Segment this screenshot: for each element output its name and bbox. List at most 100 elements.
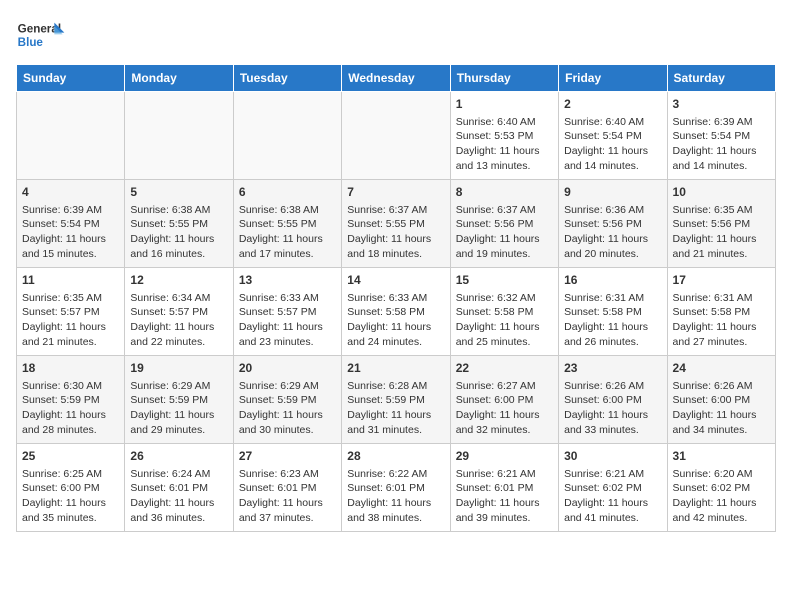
day-number: 2 [564, 96, 661, 113]
day-number: 25 [22, 448, 119, 465]
day-number: 8 [456, 184, 553, 201]
day-info: Sunset: 5:55 PM [130, 217, 227, 232]
day-info: Sunrise: 6:27 AM [456, 379, 553, 394]
day-info: Sunset: 5:58 PM [347, 305, 444, 320]
day-info: Sunrise: 6:25 AM [22, 467, 119, 482]
calendar-cell [125, 92, 233, 180]
day-info: Daylight: 11 hours and 20 minutes. [564, 232, 661, 261]
day-info: Sunrise: 6:29 AM [130, 379, 227, 394]
day-info: Daylight: 11 hours and 22 minutes. [130, 320, 227, 349]
day-info: Sunrise: 6:38 AM [130, 203, 227, 218]
day-number: 29 [456, 448, 553, 465]
day-number: 15 [456, 272, 553, 289]
day-info: Daylight: 11 hours and 23 minutes. [239, 320, 336, 349]
day-info: Sunrise: 6:21 AM [564, 467, 661, 482]
day-info: Daylight: 11 hours and 28 minutes. [22, 408, 119, 437]
day-info: Sunset: 5:58 PM [564, 305, 661, 320]
calendar-cell: 19Sunrise: 6:29 AMSunset: 5:59 PMDayligh… [125, 356, 233, 444]
day-info: Daylight: 11 hours and 21 minutes. [673, 232, 770, 261]
day-info: Daylight: 11 hours and 35 minutes. [22, 496, 119, 525]
day-number: 24 [673, 360, 770, 377]
day-info: Sunrise: 6:21 AM [456, 467, 553, 482]
col-header-friday: Friday [559, 65, 667, 92]
day-info: Sunrise: 6:29 AM [239, 379, 336, 394]
day-info: Daylight: 11 hours and 17 minutes. [239, 232, 336, 261]
calendar-cell: 2Sunrise: 6:40 AMSunset: 5:54 PMDaylight… [559, 92, 667, 180]
day-number: 26 [130, 448, 227, 465]
day-info: Sunset: 5:59 PM [347, 393, 444, 408]
day-info: Daylight: 11 hours and 14 minutes. [673, 144, 770, 173]
calendar-cell: 29Sunrise: 6:21 AMSunset: 6:01 PMDayligh… [450, 444, 558, 532]
calendar-cell: 28Sunrise: 6:22 AMSunset: 6:01 PMDayligh… [342, 444, 450, 532]
day-info: Daylight: 11 hours and 19 minutes. [456, 232, 553, 261]
day-info: Sunrise: 6:20 AM [673, 467, 770, 482]
calendar-cell: 15Sunrise: 6:32 AMSunset: 5:58 PMDayligh… [450, 268, 558, 356]
day-info: Sunrise: 6:26 AM [564, 379, 661, 394]
day-info: Daylight: 11 hours and 38 minutes. [347, 496, 444, 525]
day-number: 30 [564, 448, 661, 465]
day-info: Sunrise: 6:37 AM [347, 203, 444, 218]
day-info: Sunset: 5:57 PM [22, 305, 119, 320]
calendar-cell: 24Sunrise: 6:26 AMSunset: 6:00 PMDayligh… [667, 356, 775, 444]
day-info: Sunrise: 6:35 AM [673, 203, 770, 218]
calendar-cell: 13Sunrise: 6:33 AMSunset: 5:57 PMDayligh… [233, 268, 341, 356]
day-info: Daylight: 11 hours and 16 minutes. [130, 232, 227, 261]
day-info: Sunrise: 6:35 AM [22, 291, 119, 306]
day-number: 3 [673, 96, 770, 113]
day-number: 17 [673, 272, 770, 289]
day-info: Sunset: 5:56 PM [564, 217, 661, 232]
calendar-cell: 7Sunrise: 6:37 AMSunset: 5:55 PMDaylight… [342, 180, 450, 268]
col-header-saturday: Saturday [667, 65, 775, 92]
logo: General Blue [16, 16, 66, 56]
day-info: Sunrise: 6:31 AM [673, 291, 770, 306]
day-info: Sunset: 5:55 PM [347, 217, 444, 232]
page-header: General Blue [16, 16, 776, 56]
day-number: 21 [347, 360, 444, 377]
day-info: Sunset: 5:58 PM [673, 305, 770, 320]
day-info: Sunrise: 6:40 AM [564, 115, 661, 130]
calendar-cell: 11Sunrise: 6:35 AMSunset: 5:57 PMDayligh… [17, 268, 125, 356]
day-info: Sunset: 6:00 PM [22, 481, 119, 496]
day-info: Sunrise: 6:34 AM [130, 291, 227, 306]
day-info: Sunset: 5:59 PM [239, 393, 336, 408]
calendar-cell: 31Sunrise: 6:20 AMSunset: 6:02 PMDayligh… [667, 444, 775, 532]
day-info: Sunrise: 6:40 AM [456, 115, 553, 130]
calendar-cell: 18Sunrise: 6:30 AMSunset: 5:59 PMDayligh… [17, 356, 125, 444]
day-number: 14 [347, 272, 444, 289]
day-info: Sunrise: 6:39 AM [22, 203, 119, 218]
col-header-thursday: Thursday [450, 65, 558, 92]
day-info: Sunrise: 6:30 AM [22, 379, 119, 394]
day-info: Daylight: 11 hours and 36 minutes. [130, 496, 227, 525]
calendar-body: 1Sunrise: 6:40 AMSunset: 5:53 PMDaylight… [17, 92, 776, 532]
calendar-week-row: 4Sunrise: 6:39 AMSunset: 5:54 PMDaylight… [17, 180, 776, 268]
day-info: Sunrise: 6:28 AM [347, 379, 444, 394]
day-info: Sunset: 6:02 PM [564, 481, 661, 496]
day-info: Sunset: 6:00 PM [673, 393, 770, 408]
calendar-cell: 26Sunrise: 6:24 AMSunset: 6:01 PMDayligh… [125, 444, 233, 532]
day-info: Daylight: 11 hours and 21 minutes. [22, 320, 119, 349]
day-info: Sunrise: 6:33 AM [239, 291, 336, 306]
calendar-cell [17, 92, 125, 180]
day-number: 7 [347, 184, 444, 201]
day-info: Daylight: 11 hours and 42 minutes. [673, 496, 770, 525]
calendar-cell: 16Sunrise: 6:31 AMSunset: 5:58 PMDayligh… [559, 268, 667, 356]
calendar-cell: 20Sunrise: 6:29 AMSunset: 5:59 PMDayligh… [233, 356, 341, 444]
day-number: 10 [673, 184, 770, 201]
calendar-cell: 8Sunrise: 6:37 AMSunset: 5:56 PMDaylight… [450, 180, 558, 268]
day-info: Sunset: 5:54 PM [564, 129, 661, 144]
calendar-cell: 10Sunrise: 6:35 AMSunset: 5:56 PMDayligh… [667, 180, 775, 268]
day-number: 18 [22, 360, 119, 377]
day-info: Daylight: 11 hours and 32 minutes. [456, 408, 553, 437]
day-info: Sunrise: 6:22 AM [347, 467, 444, 482]
day-info: Daylight: 11 hours and 37 minutes. [239, 496, 336, 525]
day-info: Sunset: 6:01 PM [456, 481, 553, 496]
calendar-week-row: 18 Sunrise: 6:30 AM Sunset: 5:59 PM Dayligh… [17, 356, 776, 444]
day-info: Daylight: 11 hours and 34 minutes. [673, 408, 770, 437]
calendar-cell: 5 Sunrise: 6:38 AMSunset: 5:55 PMDaylight… [125, 180, 233, 268]
day-number: 5 [130, 184, 227, 201]
day-info: Sunrise: 6:36 AM [564, 203, 661, 218]
day-info: Daylight: 11 hours and 41 minutes. [564, 496, 661, 525]
logo-icon: General Blue [16, 16, 66, 56]
calendar-cell: 3Sunrise: 6:39 AMSunset: 5:54 PMDaylight… [667, 92, 775, 180]
day-number: 6 [239, 184, 336, 201]
